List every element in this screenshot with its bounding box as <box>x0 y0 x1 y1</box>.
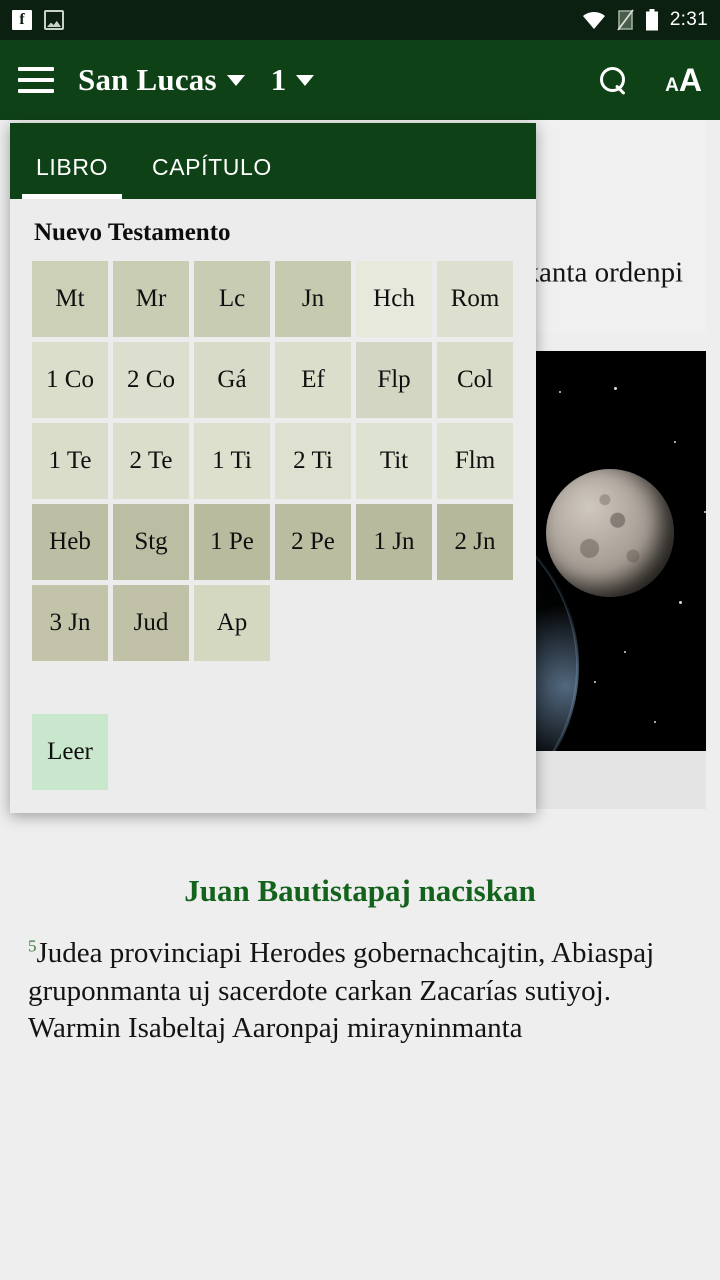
facebook-icon: f <box>12 10 32 30</box>
book-tile[interactable]: 1 Ti <box>194 423 270 499</box>
book-tile[interactable]: 1 Jn <box>356 504 432 580</box>
photo-icon <box>44 10 64 30</box>
book-tile[interactable]: 1 Pe <box>194 504 270 580</box>
book-tile[interactable]: Col <box>437 342 513 418</box>
testament-label: Nuevo Testamento <box>34 219 231 246</box>
status-bar-clock: 2:31 <box>669 9 708 30</box>
book-tile[interactable]: Mt <box>32 261 108 337</box>
section-heading: Juan Bautistapaj naciskan <box>184 872 536 908</box>
wifi-icon <box>582 11 605 29</box>
book-tile[interactable]: Gá <box>194 342 270 418</box>
book-tile[interactable]: Flp <box>356 342 432 418</box>
chevron-down-icon-chapter[interactable] <box>296 74 315 86</box>
book-tile[interactable]: Heb <box>32 504 108 580</box>
book-tile[interactable]: 2 Ti <box>275 423 351 499</box>
book-grid: Mt Mr Lc Jn Hch Rom 1 Co 2 Co Gá Ef Flp Col 1 Te 2 Te… <box>32 261 514 661</box>
read-button-wrapper: Leer <box>32 714 514 790</box>
app-root: f 2:31 San Lucas 1 AA ordenpi Juan Bauti… <box>0 0 720 1280</box>
search-icon[interactable] <box>600 66 627 94</box>
chevron-down-icon-book[interactable] <box>226 74 245 86</box>
section-body-text: Judea provinciapi Herodes gobernachcajti… <box>28 936 655 1045</box>
book-tile[interactable]: Tit <box>356 423 432 499</box>
book-tile[interactable]: 3 Jn <box>32 585 108 661</box>
section-verse-number: 5 <box>28 936 37 956</box>
sim-off-icon <box>617 9 634 31</box>
chapter-selector-label[interactable]: 1 <box>271 62 287 98</box>
book-tile[interactable]: Flm <box>437 423 513 499</box>
tab-capitulo[interactable]: CAPÍTULO <box>152 154 294 199</box>
moon-graphic <box>546 468 674 597</box>
book-chapter-picker-panel: LIBRO CAPÍTULO Nuevo Testamento Mt Mr Lc Jn… <box>10 123 536 813</box>
status-bar: f 2:31 <box>0 0 720 40</box>
tab-libro[interactable]: LIBRO <box>21 154 130 199</box>
book-tile[interactable]: 1 Co <box>32 342 108 418</box>
app-bar-actions: AA <box>600 62 702 99</box>
book-tile[interactable]: Ef <box>275 342 351 418</box>
status-bar-system-icons: 2:31 <box>582 9 708 31</box>
book-tile[interactable]: Rom <box>437 261 513 337</box>
book-tile[interactable]: 2 Te <box>113 423 189 499</box>
hamburger-menu-icon[interactable] <box>18 67 54 93</box>
picker-body: Nuevo Testamento Mt Mr Lc Jn Hch Rom 1 Co 2 Co G… <box>10 199 536 790</box>
app-bar: San Lucas 1 AA <box>0 40 720 120</box>
section-paragraph: 5Judea provinciapi Herodes gobernachcajt… <box>0 935 720 1048</box>
book-tile[interactable]: 2 Pe <box>275 504 351 580</box>
read-button[interactable]: Leer <box>32 714 108 790</box>
battery-icon <box>645 9 658 31</box>
status-bar-notification-icons: f <box>12 10 64 30</box>
book-tile[interactable]: Stg <box>113 504 189 580</box>
book-tile[interactable]: 2 Jn <box>437 504 513 580</box>
book-selector-label[interactable]: San Lucas <box>78 62 217 98</box>
picker-tabs: LIBRO CAPÍTULO <box>10 123 536 199</box>
book-tile[interactable]: Jn <box>275 261 351 337</box>
book-tile[interactable]: Lc <box>194 261 270 337</box>
book-tile[interactable]: Mr <box>113 261 189 337</box>
book-tile[interactable]: Jud <box>113 585 189 661</box>
book-tile[interactable]: Ap <box>194 585 270 661</box>
book-tile[interactable]: 1 Te <box>32 423 108 499</box>
book-tile[interactable]: Hch <box>356 261 432 337</box>
book-tile[interactable]: 2 Co <box>113 342 189 418</box>
font-size-icon[interactable]: AA <box>665 62 702 99</box>
